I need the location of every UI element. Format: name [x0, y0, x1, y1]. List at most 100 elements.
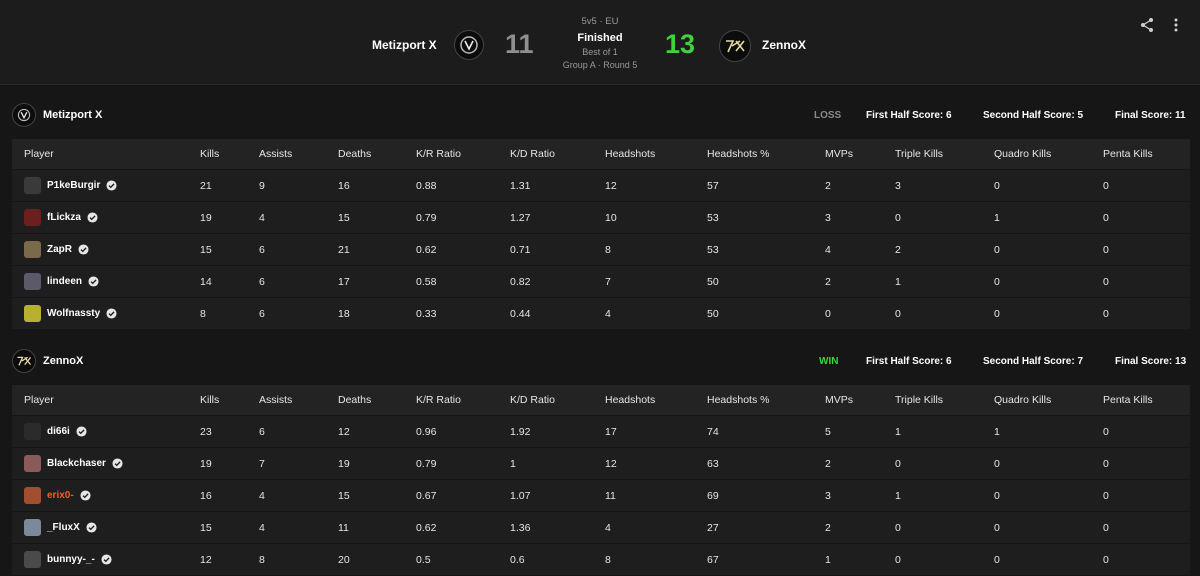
column-header[interactable]: MVPs — [825, 394, 853, 406]
table-row[interactable]: erix0- 16 4 15 0.67 1.07 11 69 3 1 0 0 — [12, 480, 1190, 512]
player-cell[interactable]: Wolfnassty — [24, 305, 117, 322]
player-cell[interactable]: lindeen — [24, 273, 99, 290]
table-row[interactable]: bunnyy-_- 12 8 20 0.5 0.6 8 67 1 0 0 0 — [12, 544, 1190, 576]
column-header[interactable]: Assists — [259, 394, 292, 406]
column-header[interactable]: K/R Ratio — [416, 394, 461, 406]
team2-name[interactable]: ZennoX — [762, 38, 806, 52]
player-avatar[interactable] — [24, 273, 41, 290]
player-avatar[interactable] — [24, 305, 41, 322]
column-header[interactable]: K/R Ratio — [416, 148, 461, 160]
player-cell[interactable]: bunnyy-_- — [24, 551, 112, 568]
column-header[interactable]: Kills — [200, 148, 219, 160]
stat-cell: 0 — [994, 553, 1000, 566]
player-cell[interactable]: di66i — [24, 423, 87, 440]
stat-cell: 18 — [338, 307, 350, 320]
table-row[interactable]: ZapR 15 6 21 0.62 0.71 8 53 4 2 0 0 — [12, 234, 1190, 266]
player-avatar[interactable] — [24, 551, 41, 568]
column-header[interactable]: Player — [24, 394, 54, 406]
team2-logo[interactable] — [719, 30, 751, 62]
player-avatar[interactable] — [24, 241, 41, 258]
stat-cell: 23 — [200, 425, 212, 438]
table-header-row: Player Kills Assists Deaths K/R Ratio K/D Rat… — [12, 139, 1190, 170]
player-name[interactable]: erix0- — [47, 490, 74, 501]
player-name[interactable]: ZapR — [47, 244, 72, 255]
table-row[interactable]: fLickza 19 4 15 0.79 1.27 10 53 3 0 1 0 — [12, 202, 1190, 234]
column-header[interactable]: Penta Kills — [1103, 394, 1153, 406]
column-header[interactable]: Headshots % — [707, 394, 769, 406]
verified-icon — [106, 308, 117, 319]
stat-cell: 10 — [605, 211, 617, 224]
team1-score: 11 — [505, 29, 534, 59]
table-row[interactable]: Blackchaser 19 7 19 0.79 1 12 63 2 0 0 0 — [12, 448, 1190, 480]
column-header[interactable]: Headshots — [605, 148, 655, 160]
team-logo[interactable] — [12, 349, 36, 373]
stat-cell: 8 — [605, 553, 611, 566]
stat-cell: 15 — [200, 521, 212, 534]
team-name[interactable]: Metizport X — [43, 109, 102, 121]
column-header[interactable]: Triple Kills — [895, 148, 943, 160]
column-header[interactable]: Kills — [200, 394, 219, 406]
stat-cell: 1.36 — [510, 521, 531, 534]
column-header[interactable]: Headshots — [605, 394, 655, 406]
column-header[interactable]: Headshots % — [707, 148, 769, 160]
player-name[interactable]: _FluxX — [47, 522, 80, 533]
player-cell[interactable]: erix0- — [24, 487, 91, 504]
column-header[interactable]: K/D Ratio — [510, 148, 555, 160]
stat-cell: 12 — [605, 457, 617, 470]
column-header[interactable]: K/D Ratio — [510, 394, 555, 406]
stat-cell: 2 — [825, 521, 831, 534]
player-cell[interactable]: P1keBurgir — [24, 177, 117, 194]
stat-cell: 0.62 — [416, 521, 437, 534]
match-result-badge: LOSS — [814, 109, 842, 121]
player-name[interactable]: lindeen — [47, 276, 82, 287]
stat-cell: 63 — [707, 457, 719, 470]
first-half-score: First Half Score: 6 — [866, 355, 952, 367]
column-header[interactable]: Assists — [259, 148, 292, 160]
player-avatar[interactable] — [24, 519, 41, 536]
column-header[interactable]: Deaths — [338, 394, 371, 406]
stat-cell: 1 — [825, 553, 831, 566]
player-name[interactable]: Blackchaser — [47, 458, 106, 469]
stat-cell: 0 — [895, 521, 901, 534]
team1-name[interactable]: Metizport X — [372, 38, 437, 52]
player-avatar[interactable] — [24, 487, 41, 504]
column-header[interactable]: Penta Kills — [1103, 148, 1153, 160]
share-icon[interactable] — [1139, 17, 1155, 36]
player-cell[interactable]: ZapR — [24, 241, 89, 258]
player-name[interactable]: P1keBurgir — [47, 180, 100, 191]
team-stats-table: Player Kills Assists Deaths K/R Ratio K/D Rat… — [12, 385, 1190, 576]
stat-cell: 15 — [338, 489, 350, 502]
column-header[interactable]: Player — [24, 148, 54, 160]
column-header[interactable]: Deaths — [338, 148, 371, 160]
table-row[interactable]: di66i 23 6 12 0.96 1.92 17 74 5 1 1 0 — [12, 416, 1190, 448]
table-row[interactable]: _FluxX 15 4 11 0.62 1.36 4 27 2 0 0 0 — [12, 512, 1190, 544]
stat-cell: 0 — [895, 457, 901, 470]
team1-logo[interactable] — [454, 30, 484, 60]
table-row[interactable]: P1keBurgir 21 9 16 0.88 1.31 12 57 2 3 0 0 — [12, 170, 1190, 202]
player-avatar[interactable] — [24, 177, 41, 194]
player-name[interactable]: Wolfnassty — [47, 308, 100, 319]
more-vertical-icon[interactable] — [1172, 17, 1180, 36]
table-row[interactable]: lindeen 14 6 17 0.58 0.82 7 50 2 1 0 0 — [12, 266, 1190, 298]
player-avatar[interactable] — [24, 209, 41, 226]
player-name[interactable]: fLickza — [47, 212, 81, 223]
player-cell[interactable]: Blackchaser — [24, 455, 123, 472]
stat-cell: 0 — [994, 489, 1000, 502]
player-name[interactable]: bunnyy-_- — [47, 554, 95, 565]
stat-cell: 50 — [707, 307, 719, 320]
column-header[interactable]: Triple Kills — [895, 394, 943, 406]
stat-cell: 19 — [200, 211, 212, 224]
player-avatar[interactable] — [24, 455, 41, 472]
team-summary-bar: Metizport X LOSS First Half Score: 6 Sec… — [0, 101, 1200, 129]
player-avatar[interactable] — [24, 423, 41, 440]
table-row[interactable]: Wolfnassty 8 6 18 0.33 0.44 4 50 0 0 0 0 — [12, 298, 1190, 330]
team-logo[interactable] — [12, 103, 36, 127]
column-header[interactable]: Quadro Kills — [994, 148, 1051, 160]
stat-cell: 0 — [895, 553, 901, 566]
column-header[interactable]: Quadro Kills — [994, 394, 1051, 406]
player-name[interactable]: di66i — [47, 426, 70, 437]
player-cell[interactable]: _FluxX — [24, 519, 97, 536]
team-name[interactable]: ZennoX — [43, 355, 83, 367]
column-header[interactable]: MVPs — [825, 148, 853, 160]
player-cell[interactable]: fLickza — [24, 209, 98, 226]
